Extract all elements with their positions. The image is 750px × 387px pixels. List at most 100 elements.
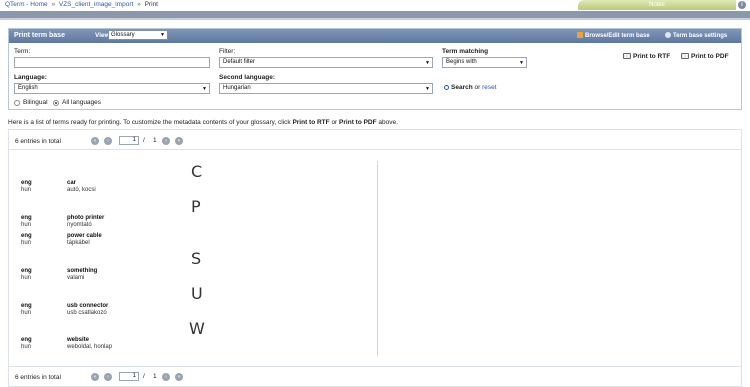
source-lang: eng <box>21 233 32 239</box>
print-rtf-button[interactable]: Print to RTF <box>623 53 670 60</box>
prev-page-icon[interactable]: ‹ <box>104 373 112 381</box>
source-term: something <box>67 268 98 274</box>
letter-heading: W <box>189 319 205 338</box>
search-link[interactable]: Search or reset <box>444 84 497 91</box>
next-page-icon[interactable]: › <box>162 137 170 145</box>
breadcrumb-separator: » <box>51 1 56 8</box>
target-term: valami <box>67 275 85 281</box>
page-number-input[interactable]: 1 <box>119 136 139 145</box>
letter-heading: C <box>191 162 203 181</box>
all-languages-label: All languages <box>62 99 102 106</box>
termbase-settings-label: Term base settings <box>673 33 728 39</box>
second-language-label: Second language: <box>219 74 275 81</box>
second-language-select[interactable]: Hungarian ▼ <box>219 83 433 94</box>
source-term: car <box>67 180 77 186</box>
description-after: above. <box>376 119 398 126</box>
target-lang: hun <box>21 275 32 281</box>
first-page-icon[interactable]: « <box>91 137 99 145</box>
next-page-icon[interactable]: › <box>162 373 170 381</box>
target-lang: hun <box>21 222 32 228</box>
language-label: Language: <box>14 74 47 81</box>
chevron-down-icon: ▼ <box>160 32 165 38</box>
user-menu[interactable]: Noble <box>578 0 736 10</box>
letter-heading: P <box>191 197 201 216</box>
view-select[interactable]: Glossary ▼ <box>108 30 168 40</box>
description-rtf: Print to RTF <box>292 119 330 126</box>
term-list-area: 6 entries in total « ‹ 1 / 1 › » C eng c… <box>8 129 742 387</box>
description-before: Here is a list of terms ready for printi… <box>8 119 293 126</box>
panel-header: Print term base View: Glossary ▼ Browse/… <box>9 29 741 43</box>
page-count: 1 <box>153 137 157 144</box>
description-text: Here is a list of terms ready for printi… <box>8 119 398 126</box>
breadcrumb-separator: » <box>137 1 141 8</box>
target-lang: hun <box>21 187 32 193</box>
description-pdf: Print to PDF <box>339 119 377 126</box>
panel-title: Print term base <box>14 32 65 39</box>
pager-divider <box>9 149 741 150</box>
all-languages-radio[interactable] <box>53 100 59 106</box>
term-matching-select[interactable]: Begins with ▼ <box>442 57 527 68</box>
term-entry: eng photo printer hun nyomtató <box>21 215 221 229</box>
bilingual-radio[interactable] <box>14 100 20 106</box>
page-slash: / <box>143 137 145 144</box>
page-count: 1 <box>153 373 157 380</box>
entries-total: 6 entries in total <box>15 374 61 381</box>
term-entry: eng usb connector hun usb csatlakozó <box>21 303 221 317</box>
breadcrumb-current: Print <box>144 1 158 8</box>
source-lang: eng <box>21 303 32 309</box>
pencil-icon <box>577 32 583 38</box>
filter-select-value: Default filter <box>223 59 256 65</box>
target-term: autó, kocsi <box>67 187 96 193</box>
breadcrumb-home-link[interactable]: QTerm - Home <box>5 1 48 8</box>
source-lang: eng <box>21 337 32 343</box>
source-lang: eng <box>21 215 32 221</box>
term-matching-value: Begins with <box>446 59 477 65</box>
filter-label: Filter: <box>219 48 236 55</box>
breadcrumb: QTerm - Home » VZS_client_image_import »… <box>5 1 158 8</box>
source-term: power cable <box>67 233 102 239</box>
top-bar: QTerm - Home » VZS_client_image_import »… <box>0 0 750 11</box>
target-term: usb csatlakozó <box>67 310 107 316</box>
entries-total: 6 entries in total <box>15 138 61 145</box>
pager-bottom: 6 entries in total « ‹ 1 / 1 › » <box>9 371 259 383</box>
last-page-icon[interactable]: » <box>175 373 183 381</box>
term-matching-label: Term matching <box>442 48 489 55</box>
source-term: website <box>67 337 90 343</box>
letter-heading: U <box>191 284 203 303</box>
description-middle: or <box>329 119 340 126</box>
gear-icon <box>665 32 671 38</box>
browse-edit-link[interactable]: Browse/Edit term base <box>577 32 650 39</box>
filter-select[interactable]: Default filter ▼ <box>219 57 433 68</box>
printer-icon <box>623 53 631 59</box>
term-entry: eng car hun autó, kocsi <box>21 180 221 194</box>
term-entry: eng website hun weboldal, honlap <box>21 337 221 351</box>
browse-edit-label: Browse/Edit term base <box>585 33 650 39</box>
page-number-input[interactable]: 1 <box>119 372 139 381</box>
letter-heading: S <box>191 249 202 268</box>
first-page-icon[interactable]: « <box>91 373 99 381</box>
print-pdf-button[interactable]: Print to PDF <box>681 53 729 60</box>
term-label: Term: <box>14 48 31 55</box>
language-select[interactable]: English ▼ <box>14 83 210 94</box>
chevron-down-icon: ▼ <box>202 86 207 92</box>
breadcrumb-termbase-link[interactable]: VZS_client_image_import <box>59 1 133 8</box>
info-icon[interactable]: i <box>738 1 746 9</box>
target-term: tápkábel <box>67 240 90 246</box>
termbase-settings-link[interactable]: Term base settings <box>665 32 727 39</box>
target-lang: hun <box>21 310 32 316</box>
pager-top: 6 entries in total « ‹ 1 / 1 › » <box>9 135 259 147</box>
printer-icon <box>681 53 689 59</box>
term-entry: eng power cable hun tápkábel <box>21 233 221 247</box>
target-term: weboldal, honlap <box>67 344 113 350</box>
reset-link[interactable]: reset <box>482 84 496 91</box>
print-rtf-label: Print to RTF <box>633 53 671 60</box>
prev-page-icon[interactable]: ‹ <box>104 137 112 145</box>
source-term: photo printer <box>67 215 105 221</box>
source-lang: eng <box>21 268 32 274</box>
last-page-icon[interactable]: » <box>175 137 183 145</box>
language-select-value: English <box>18 85 38 91</box>
second-language-value: Hungarian <box>223 85 251 91</box>
term-input[interactable] <box>14 57 210 68</box>
header-band <box>0 11 750 18</box>
view-select-value: Glossary <box>111 32 135 38</box>
